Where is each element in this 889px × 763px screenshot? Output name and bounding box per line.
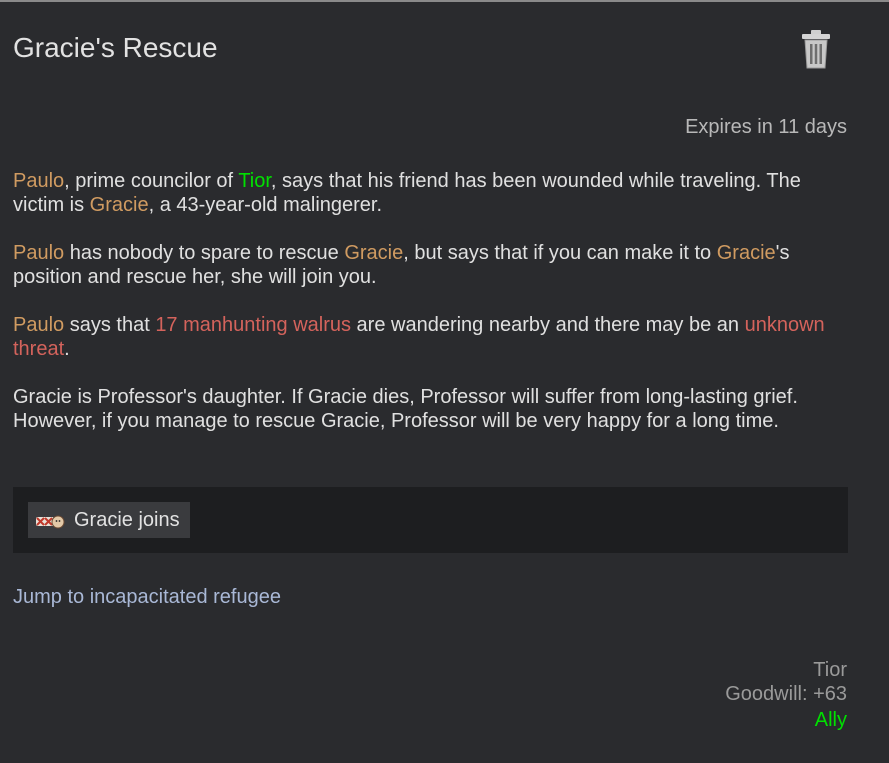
window-top-border — [0, 0, 889, 2]
rewards-panel: Gracie joins — [13, 487, 848, 553]
pawn-name: Paulo — [13, 314, 65, 336]
threat-text: 17 manhunting walrus — [155, 314, 351, 336]
description-paragraph: Paulo says that 17 manhunting walrus are… — [13, 314, 825, 360]
faction-name: Tior — [238, 170, 271, 192]
quest-title: Gracie's Rescue — [13, 32, 218, 63]
faction-relation: Ally — [814, 709, 847, 731]
expiry-text: Expires in 11 days — [685, 116, 847, 138]
pawn-name: Gracie — [89, 194, 149, 216]
pawn-name: Paulo — [13, 242, 65, 264]
reward-label: Gracie joins — [74, 508, 180, 531]
description-paragraph: Paulo has nobody to spare to rescue Grac… — [13, 242, 790, 288]
description-paragraph: Gracie is Professor's daughter. If Graci… — [13, 386, 798, 432]
pawn-name: Gracie — [344, 242, 404, 264]
pawn-portrait-icon — [36, 515, 65, 529]
faction-info: Tior Goodwill: +63 Ally — [725, 658, 847, 732]
trash-icon[interactable] — [798, 28, 834, 70]
reward-item[interactable]: Gracie joins — [28, 502, 190, 538]
quest-description: Paulo, prime councilor of Tior, says tha… — [13, 169, 853, 457]
faction-info-name: Tior — [813, 659, 847, 681]
pawn-name: Gracie — [716, 242, 776, 264]
faction-goodwill: Goodwill: +63 — [725, 683, 847, 705]
pawn-name: Paulo — [13, 170, 65, 192]
description-paragraph: Paulo, prime councilor of Tior, says tha… — [13, 170, 801, 216]
jump-to-target-link[interactable]: Jump to incapacitated refugee — [13, 585, 281, 609]
